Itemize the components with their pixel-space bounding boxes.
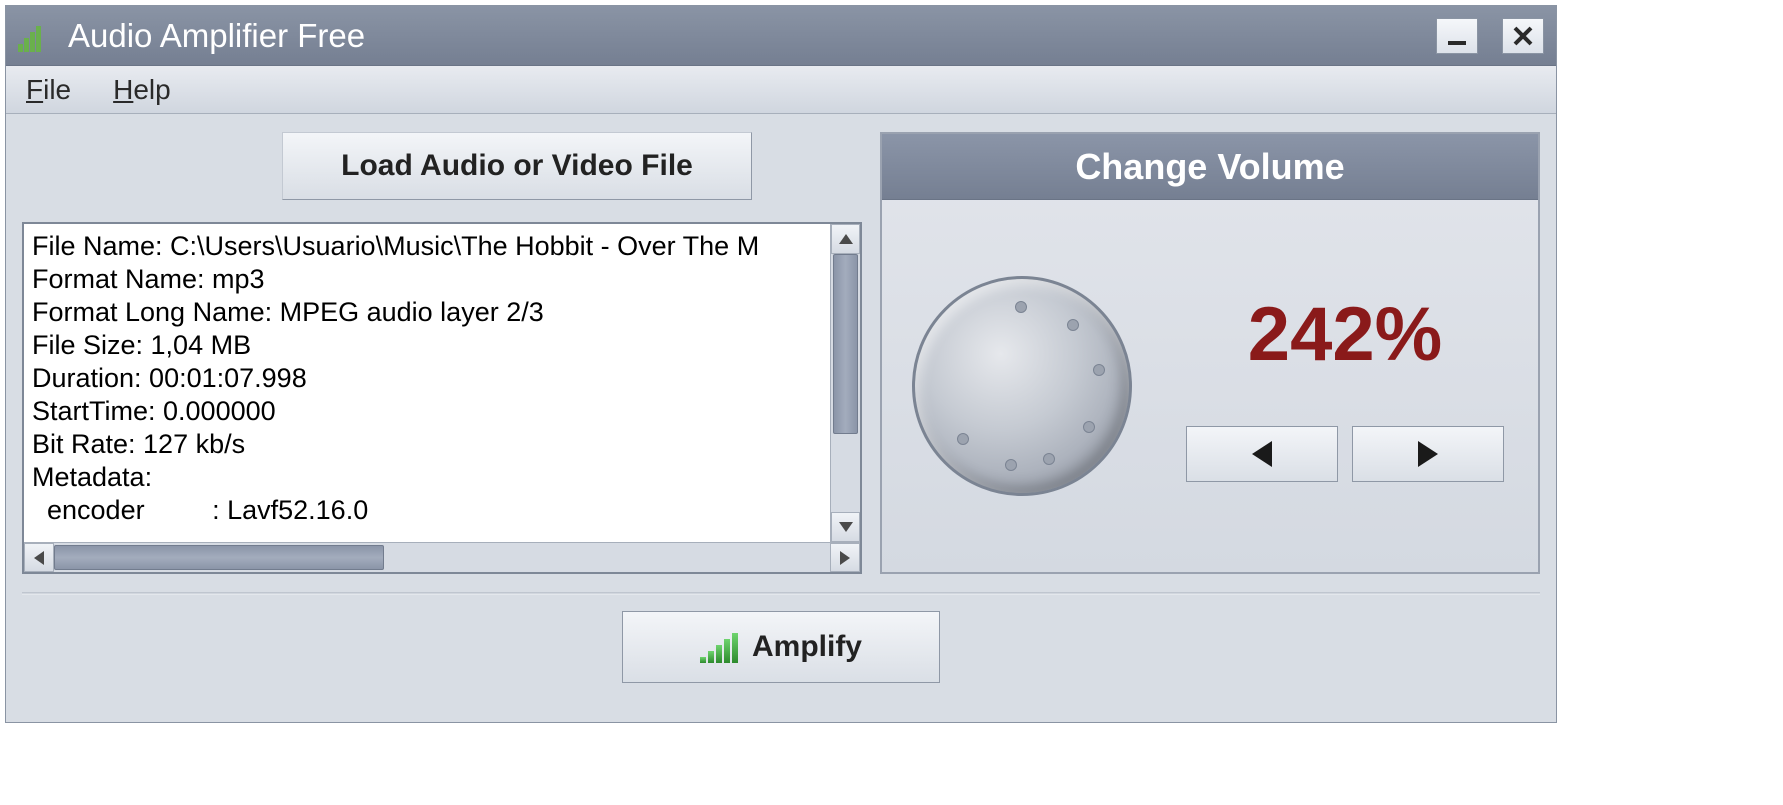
app-window: Audio Amplifier Free File Help Load Audi… xyxy=(5,5,1557,723)
triangle-left-icon xyxy=(34,551,44,565)
close-button[interactable] xyxy=(1502,18,1544,54)
close-icon xyxy=(1512,25,1534,47)
vscroll-thumb[interactable] xyxy=(833,254,858,434)
info-line: Format Long Name: MPEG audio layer 2/3 xyxy=(32,296,822,329)
info-line: Duration: 00:01:07.998 xyxy=(32,362,822,395)
top-row: Load Audio or Video File File Name: C:\U… xyxy=(22,132,1540,574)
amplify-label: Amplify xyxy=(752,630,862,664)
hscroll-thumb[interactable] xyxy=(54,545,384,570)
load-file-button[interactable]: Load Audio or Video File xyxy=(282,132,752,200)
left-panel: Load Audio or Video File File Name: C:\U… xyxy=(22,132,862,574)
vscroll-track[interactable] xyxy=(831,254,860,512)
info-line: StartTime: 0.000000 xyxy=(32,395,822,428)
horizontal-scrollbar[interactable] xyxy=(24,542,860,572)
file-info-text: File Name: C:\Users\Usuario\Music\The Ho… xyxy=(24,224,830,542)
volume-knob[interactable] xyxy=(912,276,1132,496)
triangle-right-icon xyxy=(840,551,850,565)
volume-percent: 242% xyxy=(1248,291,1442,378)
step-buttons xyxy=(1186,426,1504,482)
bottom-row: Amplify xyxy=(22,611,1540,683)
info-line: File Size: 1,04 MB xyxy=(32,329,822,362)
file-info-box: File Name: C:\Users\Usuario\Music\The Ho… xyxy=(22,222,862,574)
volume-panel: Change Volume 242% xyxy=(880,132,1540,574)
divider xyxy=(22,592,1540,595)
info-line: Bit Rate: 127 kb/s xyxy=(32,428,822,461)
triangle-down-icon xyxy=(839,522,853,532)
minimize-button[interactable] xyxy=(1436,18,1478,54)
bars-icon xyxy=(700,631,738,663)
triangle-right-icon xyxy=(1418,441,1438,467)
window-controls xyxy=(1436,18,1544,54)
amplify-button[interactable]: Amplify xyxy=(622,611,940,683)
volume-panel-header: Change Volume xyxy=(882,134,1538,200)
minimize-icon xyxy=(1446,25,1468,47)
volume-panel-body: 242% xyxy=(882,200,1538,572)
volume-controls: 242% xyxy=(1172,291,1518,482)
vertical-scrollbar[interactable] xyxy=(830,224,860,542)
volume-increase-button[interactable] xyxy=(1352,426,1504,482)
menubar: File Help xyxy=(6,66,1556,114)
window-title: Audio Amplifier Free xyxy=(68,17,1436,55)
scroll-up-button[interactable] xyxy=(831,224,860,254)
triangle-up-icon xyxy=(839,234,853,244)
hscroll-track[interactable] xyxy=(54,543,830,572)
titlebar: Audio Amplifier Free xyxy=(6,6,1556,66)
info-line: encoder : Lavf52.16.0 xyxy=(32,494,822,527)
menu-file[interactable]: File xyxy=(26,74,71,106)
triangle-left-icon xyxy=(1252,441,1272,467)
info-line: Metadata: xyxy=(32,461,822,494)
scroll-left-button[interactable] xyxy=(24,543,54,572)
menu-help[interactable]: Help xyxy=(113,74,171,106)
volume-decrease-button[interactable] xyxy=(1186,426,1338,482)
info-line: File Name: C:\Users\Usuario\Music\The Ho… xyxy=(32,230,822,263)
app-icon xyxy=(18,20,50,52)
client-area: Load Audio or Video File File Name: C:\U… xyxy=(6,114,1556,722)
scroll-right-button[interactable] xyxy=(830,543,860,572)
scroll-down-button[interactable] xyxy=(831,512,860,542)
info-line: Format Name: mp3 xyxy=(32,263,822,296)
